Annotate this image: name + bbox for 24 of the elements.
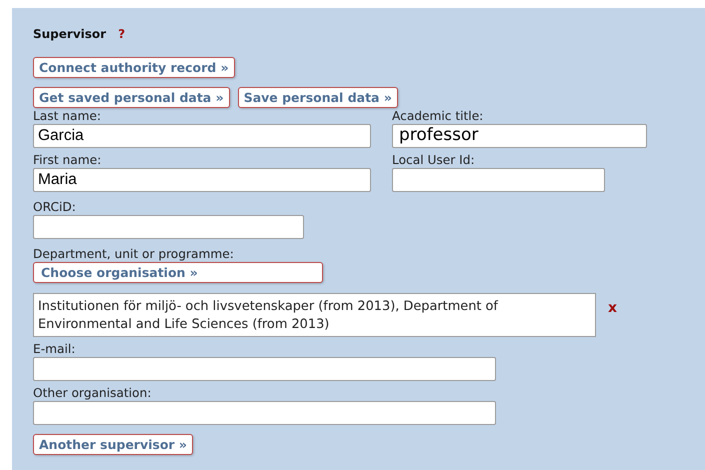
link-button[interactable]: Connect authority record » <box>33 57 235 78</box>
field-label: Local User Id: <box>392 154 476 167</box>
field-label: Last name: <box>33 110 102 123</box>
field-label: ORCiD: <box>33 201 77 214</box>
link-button[interactable]: Another supervisor » <box>33 434 194 455</box>
selected-organisation: Institutionen för miljö- och livsvetenskaper (from 2013), Department of Environmental and Life Sciences (from 2013) <box>33 293 596 337</box>
input-field[interactable] <box>392 168 605 192</box>
link-button[interactable]: Get saved personal data » <box>33 87 230 108</box>
input-field[interactable] <box>33 401 496 425</box>
input-field[interactable]: professor <box>392 124 647 148</box>
input-field[interactable] <box>33 215 304 239</box>
link-button[interactable]: Save personal data » <box>238 87 398 108</box>
input-field[interactable]: Maria <box>33 168 371 192</box>
input-field[interactable] <box>33 357 496 381</box>
section-title: Supervisor <box>33 26 106 43</box>
help-link[interactable]: ? <box>118 25 126 43</box>
field-label: First name: <box>33 154 102 167</box>
input-field[interactable]: Garcia <box>33 124 371 148</box>
choose-organisation-button[interactable]: Choose organisation » <box>33 262 323 283</box>
field-label: E-mail: <box>33 343 76 356</box>
remove-button[interactable]: x <box>608 298 618 319</box>
field-label: Academic title: <box>392 110 484 123</box>
field-label: Other organisation: <box>33 387 152 400</box>
field-label: Department, unit or programme: <box>33 248 235 261</box>
